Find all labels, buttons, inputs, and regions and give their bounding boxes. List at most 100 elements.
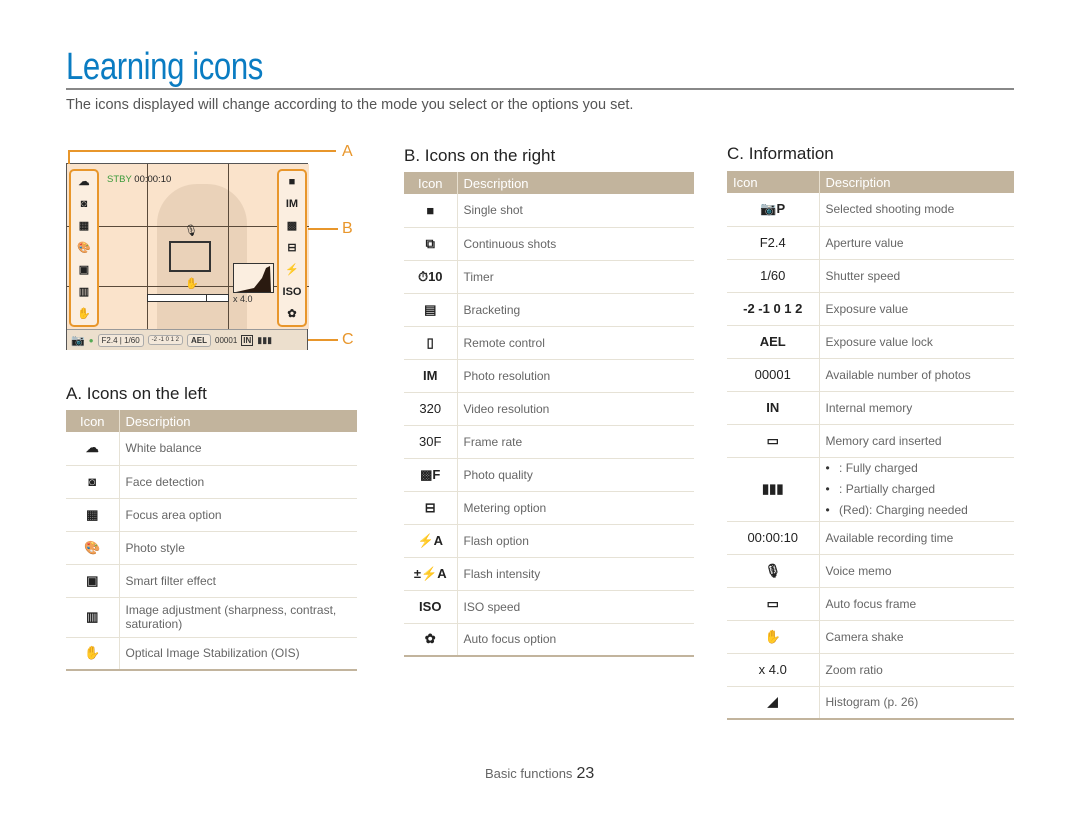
face-detection-icon: ◙ [66,465,120,499]
frame-rate-icon: 30F [404,425,458,459]
table-row: ▭ Memory card inserted [727,424,1014,458]
row-description: Image adjustment (sharpness, contrast, s… [119,597,357,638]
shutter-text: 1/60 [727,259,820,293]
row-description: Photo resolution [457,359,694,393]
table-row: ▮▮▮: Fully charged: Partially charged(Re… [727,457,1014,522]
table-row: ✿ Auto focus option [404,623,694,657]
table-row: ▦ Focus area option [66,498,357,532]
table-row: ✋ Camera shake [727,620,1014,654]
table-row: IN Internal memory [727,391,1014,425]
row-description: Photo style [119,531,357,565]
photo-style-icon: 🎨 [77,242,91,254]
smart-filter-icon: ▣ [78,264,90,276]
flash-icon: ⚡ [285,264,299,276]
internal-memory-icon: IN [727,391,820,425]
photo-count-text: 00001 [727,358,820,392]
table-row: 1/60 Shutter speed [727,259,1014,293]
standby-readout: STBY 00:00:10 [107,174,172,185]
row-description: White balance [119,432,357,466]
photo-quality-icon: ▩F [404,458,458,492]
table-row: ±⚡A Flash intensity [404,557,694,591]
photo-quality-icon: ▩ [286,220,298,232]
face-detection-icon: ◙ [80,198,88,210]
table-row: ⏱10 Timer [404,260,694,294]
table-row: 🎨 Photo style [66,531,357,565]
ael-icon: AEL [727,325,820,359]
row-description: Optical Image Stabilization (OIS) [119,637,357,671]
table-row: ▤ Bracketing [404,293,694,327]
ois-icon: ✋ [66,637,120,671]
metering-icon: ⊟ [287,242,297,254]
table-row: IM Photo resolution [404,359,694,393]
row-description: Flash option [457,524,694,558]
callout-a: A [342,143,353,160]
table-row: ■ Single shot [404,194,694,228]
table-row: F2.4 Aperture value [727,226,1014,260]
internal-memory-icon: IN [241,334,254,346]
photo-count: 00001 [215,335,238,345]
auto-focus-icon: ✿ [404,623,458,657]
video-resolution-icon: 320 [404,392,458,426]
table-row: 320 Video resolution [404,392,694,426]
table-row: ⚡A Flash option [404,524,694,558]
table-row: ⧉ Continuous shots [404,227,694,261]
focus-area-icon: ▦ [66,498,120,532]
right-icon-panel: ■ IM ▩ ⊟ ⚡ ISO ✿ [277,169,307,327]
row-description: Metering option [457,491,694,525]
table-row: ⊟ Metering option [404,491,694,525]
callout-b: B [342,220,353,237]
row-description: Single shot [457,194,694,228]
exposure-scale-icon: -2 -1 0 1 2 [147,335,184,345]
aperture-text: F2.4 [727,226,820,260]
ael-icon: AEL [187,333,212,347]
table-row: 00:00:10 Available recording time [727,521,1014,555]
row-description: Voice memo [819,554,1014,588]
flash-intensity-icon: ±⚡A [404,557,458,591]
row-description: Continuous shots [457,227,694,261]
battery-icon: ▮▮▮ [727,457,820,522]
camera-screen-illustration: STBY 00:00:10 ☁ ◙ ▦ 🎨 ▣ ▥ ✋ ■ IM ▩ ⊟ ⚡ I… [66,163,309,350]
page-footer: Basic functions 23 [485,765,595,782]
row-description: Zoom ratio [819,653,1014,687]
voice-memo-icon: 🎙 [184,225,198,237]
recording-time-text: 00:00:10 [727,521,820,555]
table-row: ◢ Histogram (p. 26) [727,686,1014,720]
photo-resolution-icon: IM [285,198,299,210]
focus-area-icon: ▦ [78,220,90,232]
table-row: 🎙 Voice memo [727,554,1014,588]
row-description: Camera shake [819,620,1014,654]
row-description: Remote control [457,326,694,360]
page-number: 23 [576,765,595,782]
white-balance-icon: ☁ [66,432,120,466]
table-row: ◙ Face detection [66,465,357,499]
aperture-shutter-box: F2.4 | 1/60 [97,333,144,347]
row-description: Internal memory [819,391,1014,425]
battery-levels-list: : Fully charged: Partially charged(Red):… [819,457,1014,522]
camera-shake-icon: ✋ [727,620,820,654]
list-item: (Red): Charging needed [826,500,1009,521]
row-description: Face detection [119,465,357,499]
row-description: Auto focus option [457,623,694,657]
row-description: Photo quality [457,458,694,492]
status-dot-icon: ● [88,335,94,345]
row-description: Frame rate [457,425,694,459]
row-description: Video resolution [457,392,694,426]
ois-icon: ✋ [77,308,91,320]
table-row: -2 -1 0 1 2 Exposure value [727,292,1014,326]
row-description: Available recording time [819,521,1014,555]
row-description: Histogram (p. 26) [819,686,1014,720]
row-description: Focus area option [119,498,357,532]
af-frame-icon: ▭ [727,587,820,621]
callout-c: C [342,331,354,348]
table-row: 00001 Available number of photos [727,358,1014,392]
table-row: ▯ Remote control [404,326,694,360]
table-row: ☁ White balance [66,432,357,466]
title-divider [66,88,1014,90]
row-description: Smart filter effect [119,564,357,598]
auto-focus-icon: ✿ [287,308,297,320]
photo-resolution-icon: IM [404,359,458,393]
section-b-table: Icon Description ■ Single shot ⧉ Continuous … [404,172,694,657]
section-a-table: Icon Description ☁ White balance ◙ Face dete… [66,410,357,671]
image-adjustment-icon: ▥ [66,597,120,638]
row-description: Aperture value [819,226,1014,260]
